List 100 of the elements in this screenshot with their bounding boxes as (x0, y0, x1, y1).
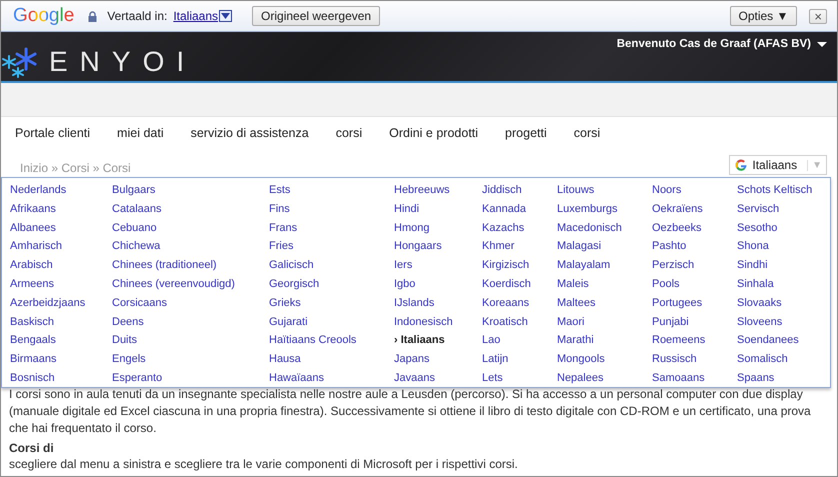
language-option[interactable]: Ests (269, 181, 394, 200)
nav-link[interactable]: Ordini e prodotti (389, 126, 478, 140)
language-option[interactable]: Chinees (traditioneel) (112, 256, 269, 275)
options-button[interactable]: Opties ▼ (730, 6, 798, 26)
language-option[interactable]: Latijn (482, 350, 557, 369)
language-option[interactable]: Sesotho (737, 218, 830, 238)
language-option[interactable]: Galicisch (269, 256, 394, 275)
language-option[interactable]: Arabisch (10, 256, 112, 275)
language-option[interactable]: Pashto (652, 237, 737, 256)
language-option[interactable]: Litouws (557, 181, 652, 200)
language-option[interactable]: Sloveens (737, 312, 830, 332)
language-option[interactable]: Koreaans (482, 294, 557, 313)
language-option[interactable]: Fins (269, 200, 394, 219)
language-option[interactable]: Maltees (557, 294, 652, 313)
language-option[interactable]: Birmaans (10, 350, 112, 369)
language-option[interactable]: Catalaans (112, 200, 269, 219)
language-option[interactable]: Hmong (394, 218, 482, 238)
language-option[interactable]: › Italiaans (394, 331, 482, 350)
dropdown-icon[interactable] (219, 10, 232, 22)
language-option[interactable]: Kirgizisch (482, 256, 557, 275)
language-option[interactable]: Armeens (10, 274, 112, 294)
caret-icon[interactable] (817, 42, 827, 46)
language-option[interactable]: Noors (652, 181, 737, 200)
language-option[interactable]: Nederlands (10, 181, 112, 200)
language-option[interactable]: Russisch (652, 350, 737, 369)
language-option[interactable]: Mongools (557, 350, 652, 369)
language-option[interactable]: Georgisch (269, 274, 394, 294)
language-option[interactable]: Jiddisch (482, 181, 557, 200)
language-option[interactable]: Slovaaks (737, 294, 830, 313)
language-option[interactable]: Nepalees (557, 368, 652, 388)
language-option[interactable]: Koerdisch (482, 274, 557, 294)
language-option[interactable]: Samoaans (652, 368, 737, 388)
language-option[interactable]: Corsicaans (112, 294, 269, 313)
language-option[interactable]: Somalisch (737, 350, 830, 369)
show-original-button[interactable]: Origineel weergeven (252, 6, 380, 26)
language-option[interactable]: Amharisch (10, 237, 112, 256)
nav-link[interactable]: miei dati (117, 126, 164, 140)
language-option[interactable]: Japans (394, 350, 482, 369)
language-option[interactable]: Esperanto (112, 368, 269, 388)
language-option[interactable]: Kazachs (482, 218, 557, 238)
language-option[interactable]: Iers (394, 256, 482, 275)
language-option[interactable]: Punjabi (652, 312, 737, 332)
language-option[interactable]: Pools (652, 274, 737, 294)
language-option[interactable]: Shona (737, 237, 830, 256)
nav-link[interactable]: corsi (336, 126, 362, 140)
user-menu[interactable]: Benvenuto Cas de Graaf (AFAS BV) (616, 38, 811, 50)
language-option[interactable]: Bulgaars (112, 181, 269, 200)
language-option[interactable]: Fries (269, 237, 394, 256)
language-option[interactable]: Haïtiaans Creools (269, 331, 394, 350)
language-link[interactable]: Italiaans (173, 9, 218, 23)
language-option[interactable]: Deens (112, 312, 269, 332)
language-option[interactable]: Bosnisch (10, 368, 112, 388)
language-option[interactable]: Oezbeeks (652, 218, 737, 238)
language-option[interactable]: Soendanees (737, 331, 830, 350)
language-option[interactable]: Bengaals (10, 331, 112, 350)
language-option[interactable]: Kannada (482, 200, 557, 219)
language-option[interactable]: Malagasi (557, 237, 652, 256)
language-option[interactable]: Maleis (557, 274, 652, 294)
language-option[interactable]: Hawaïaans (269, 368, 394, 388)
language-option[interactable]: Engels (112, 350, 269, 369)
language-option[interactable]: Spaans (737, 368, 830, 388)
language-option[interactable]: Hausa (269, 350, 394, 369)
language-option[interactable]: Maori (557, 312, 652, 332)
language-option[interactable]: Lao (482, 331, 557, 350)
language-option[interactable]: Gujarati (269, 312, 394, 332)
language-select[interactable]: Italiaans ▼ (729, 155, 827, 175)
language-option[interactable]: Oekraïens (652, 200, 737, 219)
language-option[interactable]: Afrikaans (10, 200, 112, 219)
language-option[interactable]: Sinhala (737, 274, 830, 294)
language-option[interactable]: Hebreeuws (394, 181, 482, 200)
nav-link[interactable]: servizio di assistenza (190, 126, 309, 140)
language-option[interactable]: Duits (112, 331, 269, 350)
language-option[interactable]: Khmer (482, 237, 557, 256)
language-option[interactable]: Chinees (vereenvoudigd) (112, 274, 269, 294)
nav-link[interactable]: corsi (574, 126, 600, 140)
language-option[interactable]: Frans (269, 218, 394, 238)
language-option[interactable]: Servisch (737, 200, 830, 219)
language-option[interactable]: Luxemburgs (557, 200, 652, 219)
language-option[interactable]: Marathi (557, 331, 652, 350)
language-option[interactable]: Chichewa (112, 237, 269, 256)
nav-link[interactable]: Portale clienti (15, 126, 90, 140)
language-option[interactable]: Kroatisch (482, 312, 557, 332)
language-option[interactable]: Perzisch (652, 256, 737, 275)
language-option[interactable]: Hongaars (394, 237, 482, 256)
language-option[interactable]: Javaans (394, 368, 482, 388)
nav-link[interactable]: progetti (505, 126, 547, 140)
language-option[interactable]: Portugees (652, 294, 737, 313)
close-button[interactable]: × (809, 8, 827, 24)
language-option[interactable]: Malayalam (557, 256, 652, 275)
language-option[interactable]: Schots Keltisch (737, 181, 830, 200)
language-option[interactable]: Cebuano (112, 218, 269, 238)
language-option[interactable]: IJslands (394, 294, 482, 313)
language-option[interactable]: Grieks (269, 294, 394, 313)
language-option[interactable]: Albanees (10, 218, 112, 238)
language-option[interactable]: Macedonisch (557, 218, 652, 238)
language-option[interactable]: Azerbeidzjaans (10, 294, 112, 313)
language-option[interactable]: Baskisch (10, 312, 112, 332)
language-option[interactable]: Roemeens (652, 331, 737, 350)
language-option[interactable]: Igbo (394, 274, 482, 294)
language-option[interactable]: Lets (482, 368, 557, 388)
